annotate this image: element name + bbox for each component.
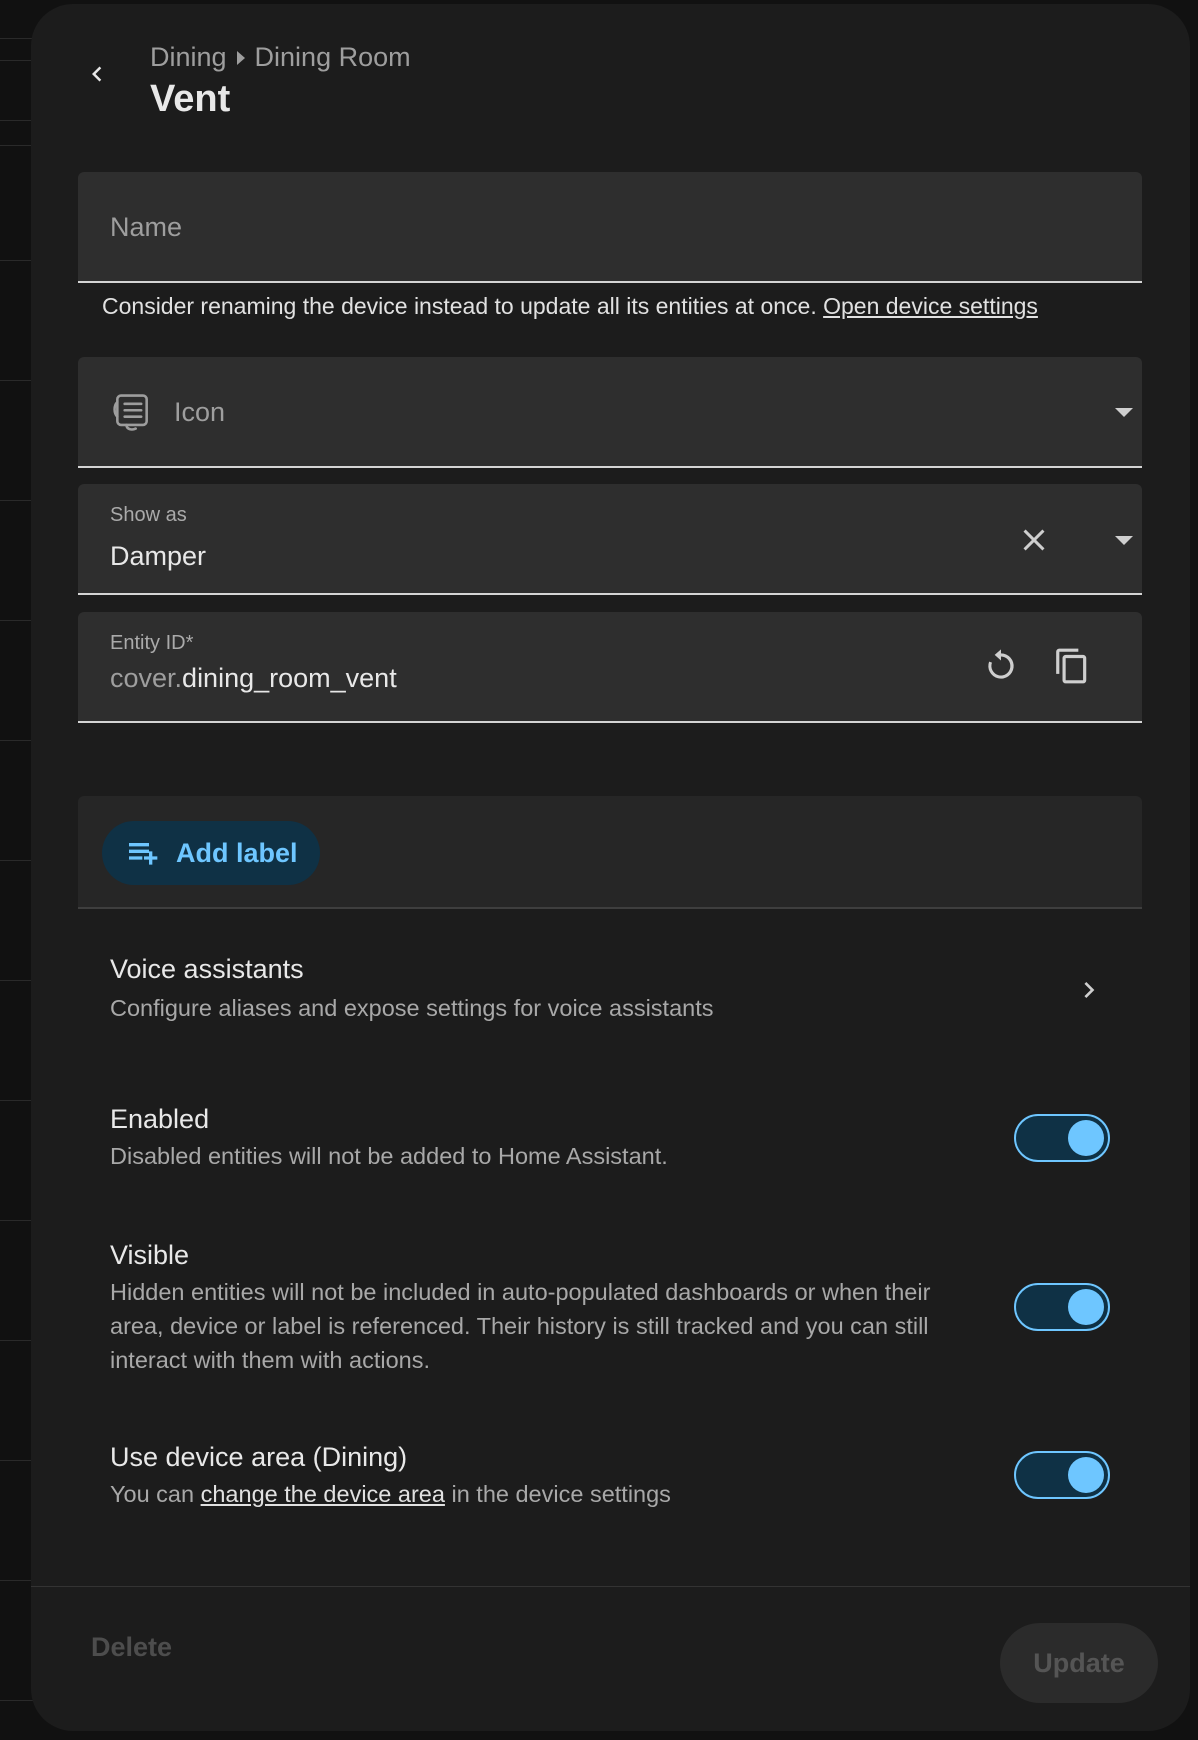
breadcrumb: Dining Dining Room	[150, 42, 411, 73]
show-as-label: Show as	[110, 504, 187, 526]
toggle-knob	[1068, 1120, 1104, 1156]
change-device-area-link[interactable]: change the device area	[201, 1481, 445, 1507]
voice-assistants-description: Configure aliases and expose settings fo…	[110, 995, 714, 1021]
add-label-button[interactable]: Add label	[102, 821, 320, 885]
enabled-setting: Enabled Disabled entities will not be ad…	[110, 1104, 990, 1173]
toggle-knob	[1068, 1289, 1104, 1325]
device-area-toggle[interactable]	[1014, 1451, 1110, 1499]
voice-assistants-title: Voice assistants	[110, 954, 304, 984]
show-as-select[interactable]: Show as Damper	[78, 484, 1142, 595]
name-helper-text: Consider renaming the device instead to …	[102, 293, 1038, 319]
dialog-header: Dining Dining Room Vent	[31, 4, 1190, 144]
chevron-left-icon	[92, 66, 102, 82]
playlist-plus-icon	[129, 843, 158, 865]
device-area-setting: Use device area (Dining) You can change …	[110, 1442, 990, 1511]
add-label-text: Add label	[176, 837, 298, 868]
entity-id-label: Entity ID*	[110, 632, 194, 654]
visible-description: Hidden entities will not be included in …	[110, 1279, 931, 1373]
page-title: Vent	[150, 78, 231, 120]
chevron-right-icon	[1084, 982, 1095, 998]
toggle-knob	[1068, 1457, 1104, 1493]
dialog-footer: Delete Update	[31, 1586, 1190, 1731]
dropdown-arrow-icon[interactable]	[1115, 408, 1133, 417]
restore-entity-id-button[interactable]	[977, 642, 1025, 690]
entity-id-field[interactable]: Entity ID* cover.dining_room_vent	[78, 612, 1142, 723]
visible-title: Visible	[110, 1240, 190, 1270]
breadcrumb-area: Dining	[150, 42, 227, 72]
delete-button[interactable]: Delete	[91, 1632, 172, 1663]
back-button[interactable]	[71, 48, 123, 100]
air-vent-icon	[113, 394, 148, 431]
device-area-description: You can change the device area in the de…	[110, 1481, 671, 1507]
restore-icon	[988, 649, 1014, 679]
enabled-title: Enabled	[110, 1104, 210, 1134]
breadcrumb-separator-icon	[236, 50, 245, 65]
dropdown-arrow-icon[interactable]	[1115, 536, 1133, 545]
icon-field[interactable]: Icon	[78, 357, 1142, 468]
visible-toggle[interactable]	[1014, 1283, 1110, 1331]
clear-button[interactable]	[1010, 516, 1058, 564]
voice-assistants-item[interactable]: Voice assistants Configure aliases and e…	[110, 954, 1150, 1025]
entity-id-value: cover.dining_room_vent	[110, 663, 397, 693]
update-button[interactable]: Update	[1000, 1623, 1158, 1703]
show-as-value: Damper	[110, 541, 207, 571]
enabled-description: Disabled entities will not be added to H…	[110, 1143, 668, 1169]
close-icon	[1023, 529, 1045, 551]
entity-settings-dialog: Dining Dining Room Vent Name Consider re…	[31, 4, 1190, 1731]
enabled-toggle[interactable]	[1014, 1114, 1110, 1162]
icon-placeholder: Icon	[174, 397, 226, 427]
copy-entity-id-button[interactable]	[1048, 642, 1096, 690]
name-placeholder: Name	[110, 212, 183, 242]
open-device-settings-link[interactable]: Open device settings	[823, 293, 1038, 319]
name-field[interactable]: Name	[78, 172, 1142, 283]
breadcrumb-device: Dining Room	[254, 42, 411, 72]
device-area-title: Use device area (Dining)	[110, 1442, 408, 1472]
visible-setting: Visible Hidden entities will not be incl…	[110, 1240, 990, 1377]
copy-icon	[1056, 648, 1087, 684]
labels-field: Add label	[78, 796, 1142, 909]
